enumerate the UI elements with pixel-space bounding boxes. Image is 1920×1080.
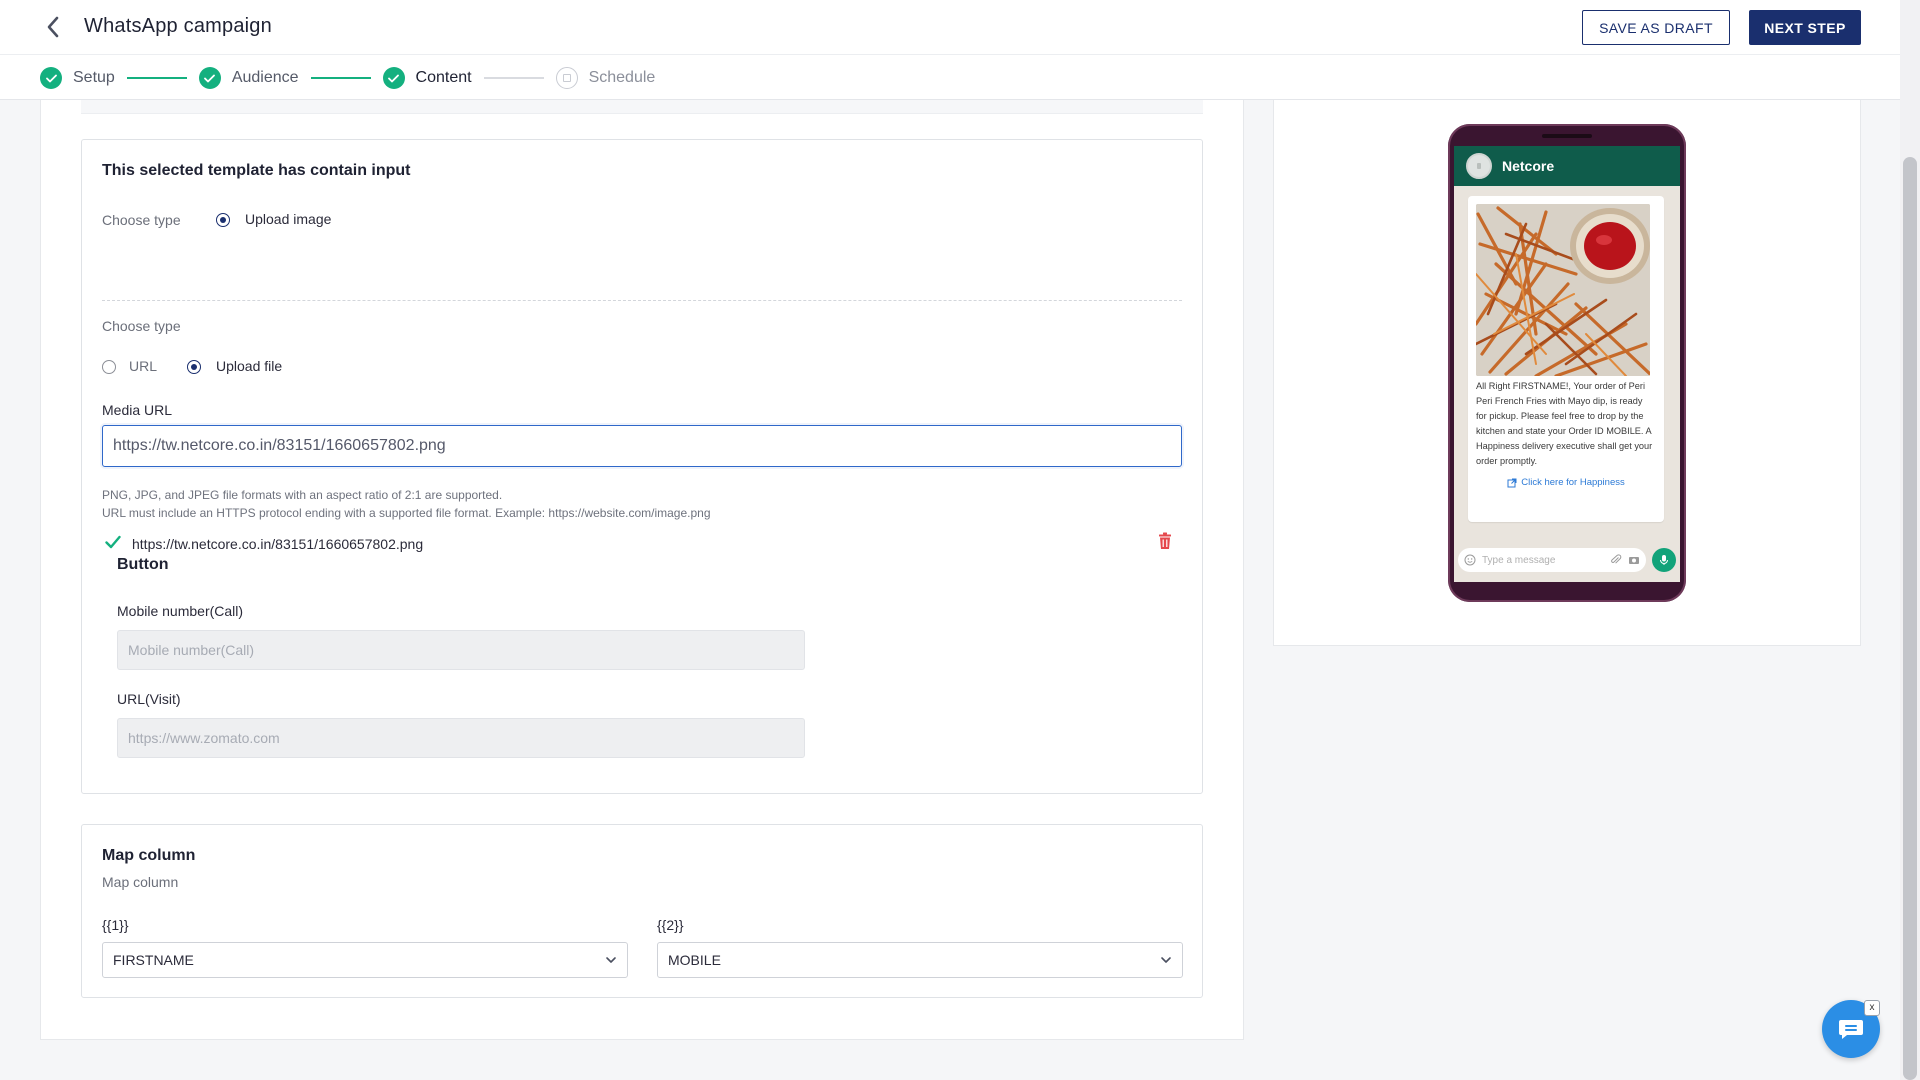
- message-text: All Right FIRSTNAME!, Your order of Peri…: [1476, 381, 1653, 466]
- url-visit-label: URL(Visit): [117, 691, 181, 707]
- phone-mockup: Netcore All Right FIRSTNAME!, Your order…: [1448, 124, 1686, 602]
- url-option-label: URL: [129, 358, 158, 374]
- next-step-button[interactable]: NEXT STEP: [1749, 10, 1861, 45]
- trash-icon[interactable]: [1157, 532, 1173, 550]
- check-icon: [382, 67, 405, 89]
- previous-card-edge: [81, 100, 1203, 114]
- upload-file-radio[interactable]: [187, 360, 201, 374]
- chat-bubble-icon: [1839, 1020, 1863, 1039]
- campaign-header: WhatsApp campaign SAVE AS DRAFT NEXT STE…: [0, 0, 1900, 100]
- step-connector: [310, 77, 371, 79]
- upload-image-label: Upload image: [245, 211, 332, 227]
- step-setup[interactable]: Setup: [40, 67, 115, 89]
- mobile-number-input[interactable]: [117, 630, 805, 670]
- upload-image-radio[interactable]: [216, 213, 230, 227]
- column-2-label: {{2}}: [657, 917, 684, 933]
- chevron-down-icon: [1161, 957, 1171, 963]
- map-column-card: Map column Map column {{1}} FIRSTNAME {{…: [81, 824, 1203, 998]
- message-bubble: All Right FIRSTNAME!, Your order of Peri…: [1468, 196, 1664, 522]
- step-label: Setup: [73, 69, 115, 86]
- pending-step-icon: [555, 67, 578, 89]
- section-divider: [102, 300, 1182, 301]
- mobile-number-label: Mobile number(Call): [117, 603, 244, 619]
- step-connector: [483, 77, 544, 79]
- avatar: [1466, 153, 1492, 179]
- step-content[interactable]: Content: [382, 67, 472, 89]
- page-scrollbar-thumb[interactable]: [1903, 157, 1917, 1080]
- chevron-down-icon: [606, 957, 616, 963]
- button-section-title: Button: [117, 556, 169, 573]
- page-title: WhatsApp campaign: [84, 15, 272, 37]
- microphone-icon[interactable]: [1652, 548, 1676, 572]
- format-hint: PNG, JPG, and JPEG file formats with an …: [102, 488, 503, 502]
- emoji-icon: [1464, 554, 1476, 566]
- header-top-row: WhatsApp campaign SAVE AS DRAFT NEXT STE…: [0, 0, 1900, 55]
- media-image: [1476, 204, 1650, 376]
- chat-header: Netcore: [1454, 146, 1680, 186]
- column-2-select[interactable]: MOBILE: [657, 942, 1183, 978]
- message-composer: Type a message: [1458, 546, 1676, 574]
- cta-link[interactable]: Click here for Happiness: [1476, 477, 1656, 488]
- step-connector: [126, 77, 187, 79]
- chevron-left-icon: [47, 16, 59, 38]
- step-label: Content: [415, 69, 472, 86]
- step-audience[interactable]: Audience: [198, 67, 299, 89]
- save-as-draft-button[interactable]: SAVE AS DRAFT: [1582, 10, 1730, 45]
- choose-type-label-2: Choose type: [102, 318, 181, 334]
- check-icon: [198, 67, 221, 89]
- check-icon: [40, 67, 62, 89]
- template-card-title: This selected template has contain input: [102, 162, 411, 179]
- url-visit-input[interactable]: [117, 718, 805, 758]
- column-2-value: MOBILE: [668, 952, 721, 968]
- content-panel: This selected template has contain input…: [40, 100, 1244, 1040]
- preview-panel: Netcore All Right FIRSTNAME!, Your order…: [1273, 100, 1861, 646]
- map-column-title: Map column: [102, 847, 196, 864]
- cta-link-text: Click here for Happiness: [1521, 477, 1625, 488]
- media-url-label: Media URL: [102, 402, 173, 418]
- template-input-card: This selected template has contain input…: [81, 139, 1203, 794]
- phone-screen: Netcore All Right FIRSTNAME!, Your order…: [1454, 146, 1680, 582]
- map-column-subtitle: Map column: [102, 874, 179, 890]
- phone-speaker: [1542, 134, 1592, 138]
- sender-name: Netcore: [1502, 158, 1555, 174]
- column-1-label: {{1}}: [102, 917, 129, 933]
- chat-widget-close-button[interactable]: x: [1864, 1000, 1880, 1016]
- media-url-input[interactable]: [102, 425, 1182, 467]
- choose-type-label: Choose type: [102, 212, 181, 228]
- step-label: Schedule: [588, 69, 656, 86]
- camera-icon: [1629, 557, 1639, 564]
- message-input-placeholder: Type a message: [1482, 554, 1556, 566]
- column-1-select[interactable]: FIRSTNAME: [102, 942, 628, 978]
- progress-stepper: Setup Audience Content Schedule: [40, 65, 655, 91]
- step-label: Audience: [231, 69, 299, 86]
- external-link-icon: [1507, 478, 1517, 487]
- message-input[interactable]: Type a message: [1458, 548, 1646, 572]
- upload-file-label: Upload file: [216, 358, 283, 374]
- success-check-icon: [105, 535, 121, 549]
- uploaded-file-url: https://tw.netcore.co.in/83151/166065780…: [132, 536, 424, 552]
- attachment-icon: [1611, 554, 1622, 564]
- column-1-value: FIRSTNAME: [113, 952, 194, 968]
- step-schedule[interactable]: Schedule: [555, 67, 656, 89]
- protocol-hint: URL must include an HTTPS protocol endin…: [102, 506, 711, 520]
- back-button[interactable]: [38, 12, 68, 42]
- url-radio[interactable]: [102, 360, 116, 374]
